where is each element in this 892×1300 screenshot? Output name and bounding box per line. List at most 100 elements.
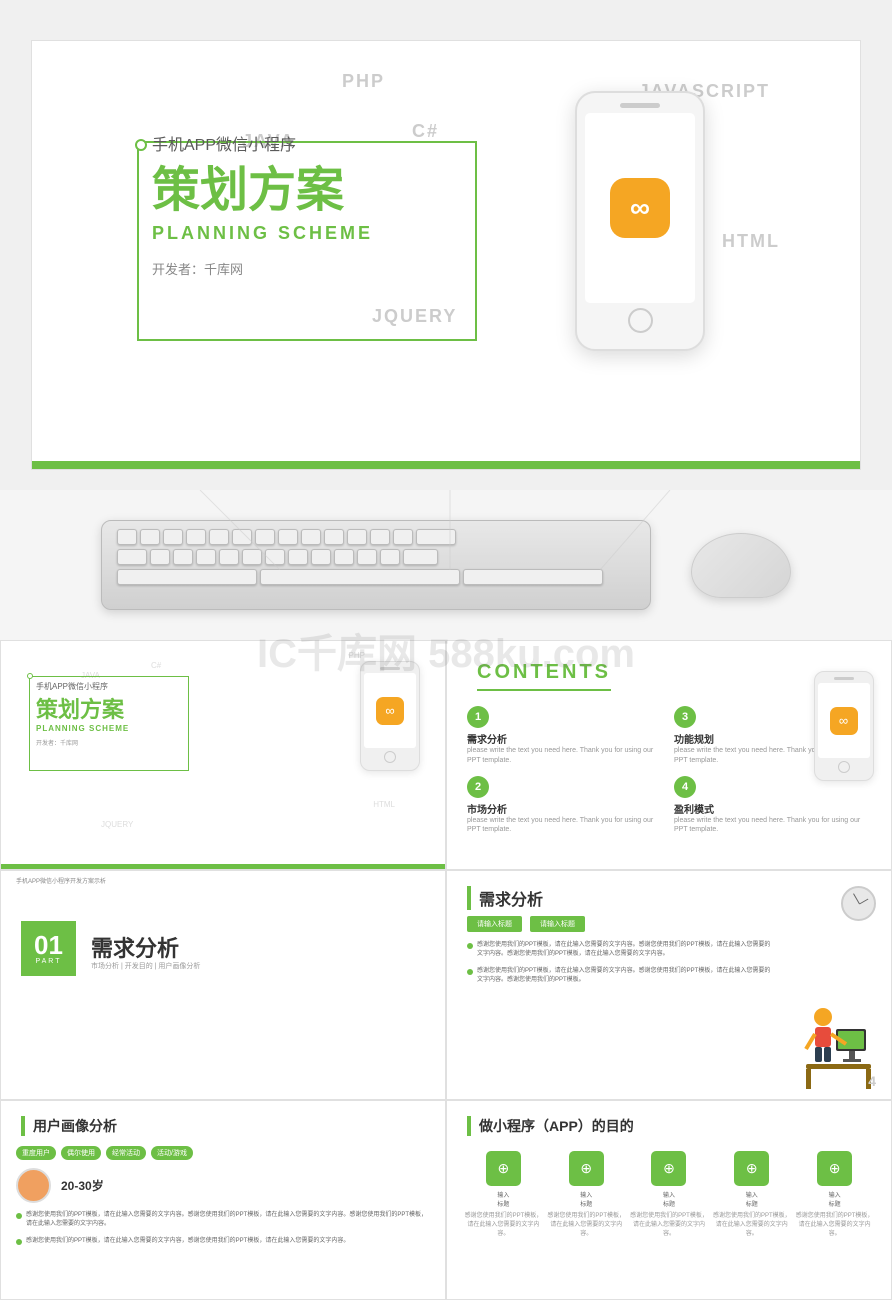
key [370,529,390,545]
mini-tech-jquery: JQUERY [101,820,133,829]
key [255,529,275,545]
slide1-green-bar [32,461,860,469]
tech-label-php: PHP [342,71,385,92]
contents-phone-body: ∞ [814,671,874,781]
contents-phone-screen: ∞ [818,683,870,758]
bottom-slide-miniapp: 做小程序（APP）的目的 ⊕ 输入标题 感谢您使用我们的PPT模板，请在此输入您… [446,1100,892,1300]
tag-occasional: 偶尔使用 [61,1146,101,1160]
miniapp-item-5: ⊕ 输入标题 感谢您使用我们的PPT模板，请在此输入您需要的文字内容。 [793,1151,876,1239]
slide1-title-en: PLANNING SCHEME [152,223,373,244]
slide4-bullet2: 感谢您使用我们的PPT模板，请在此输入您需要的文字内容。感谢您使用我们的PPT模… [467,967,771,985]
contents-title: CONTENTS [477,661,611,691]
clock-decoration [841,886,876,921]
slide4-title: 需求分析 [467,886,543,910]
mini-slide-contents: CONTENTS 1 需求分析 please write the text yo… [446,640,892,870]
mini-title: 策划方案 [36,692,129,724]
miniapp-label-1: 输入标题 [497,1190,509,1208]
bullet-dot-1 [467,943,473,949]
slide1-title: 策划方案 [152,165,373,218]
tag-heavy-user: 重度用户 [16,1146,56,1160]
miniapp-desc-1: 感谢您使用我们的PPT模板，请在此输入您需要的文字内容。 [462,1212,545,1239]
content-title-2: 市场分析 [467,801,664,816]
content-num-2: 2 [467,776,489,798]
miniapp-item-1: ⊕ 输入标题 感谢您使用我们的PPT模板，请在此输入您需要的文字内容。 [462,1151,545,1239]
content-item-1: 1 需求分析 please write the text you need he… [467,706,664,766]
miniapp-item-2: ⊕ 输入标题 感谢您使用我们的PPT模板，请在此输入您需要的文字内容。 [545,1151,628,1239]
bottom-slide-portrait: 用户画像分析 重度用户 偶尔使用 经常活动 活动/游戏 20-30岁 感谢您使用… [0,1100,446,1300]
user-age: 20-30岁 [61,1177,104,1194]
contents-phone: ∞ [811,671,876,781]
mini-developer: 开发者：千库网 [36,738,129,747]
key [403,549,438,565]
slide4-bullet1: 感谢您使用我们的PPT模板，请在此输入您需要的文字内容。感谢您使用我们的PPT模… [467,941,771,959]
phone-screen: ∞ [585,113,695,303]
miniapp-icon-1: ⊕ [486,1151,521,1186]
mini-slide-demand-intro: 手机APP微信小程序开发方案示析 01 PART 需求分析 市场分析 | 开发目… [0,870,446,1100]
phone-app-icon: ∞ [610,178,670,238]
key [150,549,170,565]
mini-phone-speaker [380,667,400,670]
key [380,549,400,565]
mini-slide-demand-detail: 需求分析 请输入标题 请输入标题 感谢您使用我们的PPT模板，请在此输入您需要的… [446,870,892,1100]
slide4-bullet-text1: 感谢您使用我们的PPT模板，请在此输入您需要的文字内容。感谢您使用我们的PPT模… [477,941,771,959]
key [357,549,377,565]
slide4-buttons: 请输入标题 请输入标题 [467,916,585,932]
slide1-phone: ∞ [560,91,720,411]
clock-hand-minute [859,898,868,904]
key [288,549,308,565]
clock-hand-hour [853,893,860,904]
contents-phone-speaker [834,677,854,680]
slide4-btn2: 请输入标题 [530,916,585,932]
mini-slide-hero: PHP JAVA C# JQUERY HTML 手机APP微信小程序 策划方案 … [0,640,446,870]
miniapp-icon-3: ⊕ [651,1151,686,1186]
keyboard-keys [102,521,650,593]
portrait-dot2 [16,1239,22,1245]
mini-phone-screen: ∞ [364,673,416,748]
mini-subtitle: 手机APP微信小程序 [36,681,129,692]
portrait-title: 用户画像分析 [21,1116,117,1136]
slide3-title: 需求分析 [91,931,179,963]
slide-grid: PHP JAVA C# JQUERY HTML 手机APP微信小程序 策划方案 … [0,640,892,1100]
key [311,549,331,565]
content-text-1: please write the text you need here. Tha… [467,746,664,766]
miniapp-desc-3: 感谢您使用我们的PPT模板，请在此输入您需要的文字内容。 [628,1212,711,1239]
bullet-dot-2 [467,969,473,975]
key [416,529,456,545]
key-space-bar [260,569,460,585]
slide3-page-title: 手机APP微信小程序开发方案示析 [16,876,106,885]
mini-slide1-content: 手机APP微信小程序 策划方案 PLANNING SCHEME 开发者：千库网 [36,681,129,747]
phone-body: ∞ [575,91,705,351]
slide4-btn1: 请输入标题 [467,916,522,932]
key [219,549,239,565]
content-num-3: 3 [674,706,696,728]
tag-game: 活动/游戏 [151,1146,193,1160]
person-svg [801,999,876,1089]
key [393,529,413,545]
miniapp-title: 做小程序（APP）的目的 [467,1116,634,1136]
portrait-bullet2: 感谢您使用我们的PPT模板，请在此输入您需要的文字内容，感谢您使用我们的PPT模… [16,1237,430,1246]
content-num-1: 1 [467,706,489,728]
phone-home-btn [628,308,653,333]
bottom-grid: 用户画像分析 重度用户 偶尔使用 经常活动 活动/游戏 20-30岁 感谢您使用… [0,1100,892,1300]
slide1-developer: 开发者：千库网 [152,259,373,278]
mini-tech-html: HTML [373,800,395,809]
slide1-dot [135,139,147,151]
mini-dot [27,673,33,679]
miniapp-icon-5: ⊕ [817,1151,852,1186]
slide3-part: PART [35,958,61,965]
key-space [117,569,257,585]
key [232,529,252,545]
key-row-1 [117,529,635,545]
tag-active: 经常活动 [106,1146,146,1160]
portrait-content: 重度用户 偶尔使用 经常活动 活动/游戏 20-30岁 感谢您使用我们的PPT模… [16,1146,430,1254]
user-avatar [16,1168,51,1203]
slide1-subtitle: 手机APP微信小程序 [152,131,373,155]
key [140,529,160,545]
key [242,549,262,565]
slide1-content: 手机APP微信小程序 策划方案 PLANNING SCHEME 开发者：千库网 [152,131,373,278]
slide4-bullet-text2: 感谢您使用我们的PPT模板，请在此输入您需要的文字内容。感谢您使用我们的PPT模… [477,967,771,985]
content-title-1: 需求分析 [467,731,664,746]
miniapp-items: ⊕ 输入标题 感谢您使用我们的PPT模板，请在此输入您需要的文字内容。 ⊕ 输入… [462,1151,876,1239]
miniapp-icon-4: ⊕ [734,1151,769,1186]
key [117,529,137,545]
